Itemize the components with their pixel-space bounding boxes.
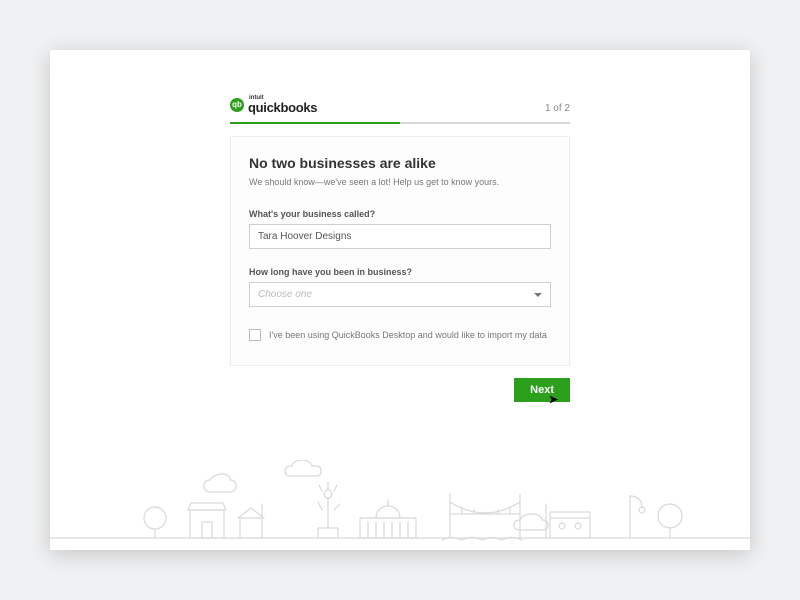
action-row: Next ➤ [50, 366, 750, 402]
import-data-label: I've been using QuickBooks Desktop and w… [269, 330, 547, 340]
select-placeholder: Choose one [258, 289, 312, 300]
form-subheading: We should know—we've seen a lot! Help us… [249, 177, 551, 187]
onboarding-window: qb intuit quickbooks 1 of 2 No two busin… [50, 50, 750, 550]
next-button[interactable]: Next ➤ [514, 378, 570, 402]
import-data-checkbox[interactable] [249, 329, 261, 341]
progress-fill [230, 122, 400, 124]
business-name-label: What's your business called? [249, 209, 551, 219]
quickbooks-badge-icon: qb [230, 98, 244, 112]
brand-logo: qb intuit quickbooks [230, 95, 317, 114]
quickbooks-wordmark: quickbooks [248, 101, 317, 114]
cityscape-illustration [50, 460, 750, 550]
form-card: No two businesses are alike We should kn… [230, 136, 570, 366]
business-duration-select[interactable]: Choose one [249, 282, 551, 307]
progress-bar [230, 122, 570, 124]
step-indicator: 1 of 2 [545, 103, 570, 114]
business-name-input[interactable] [249, 224, 551, 249]
business-duration-label: How long have you been in business? [249, 267, 551, 277]
header: qb intuit quickbooks 1 of 2 [50, 50, 750, 122]
import-data-checkbox-row: I've been using QuickBooks Desktop and w… [249, 329, 551, 341]
form-heading: No two businesses are alike [249, 155, 551, 171]
chevron-down-icon [534, 293, 542, 297]
